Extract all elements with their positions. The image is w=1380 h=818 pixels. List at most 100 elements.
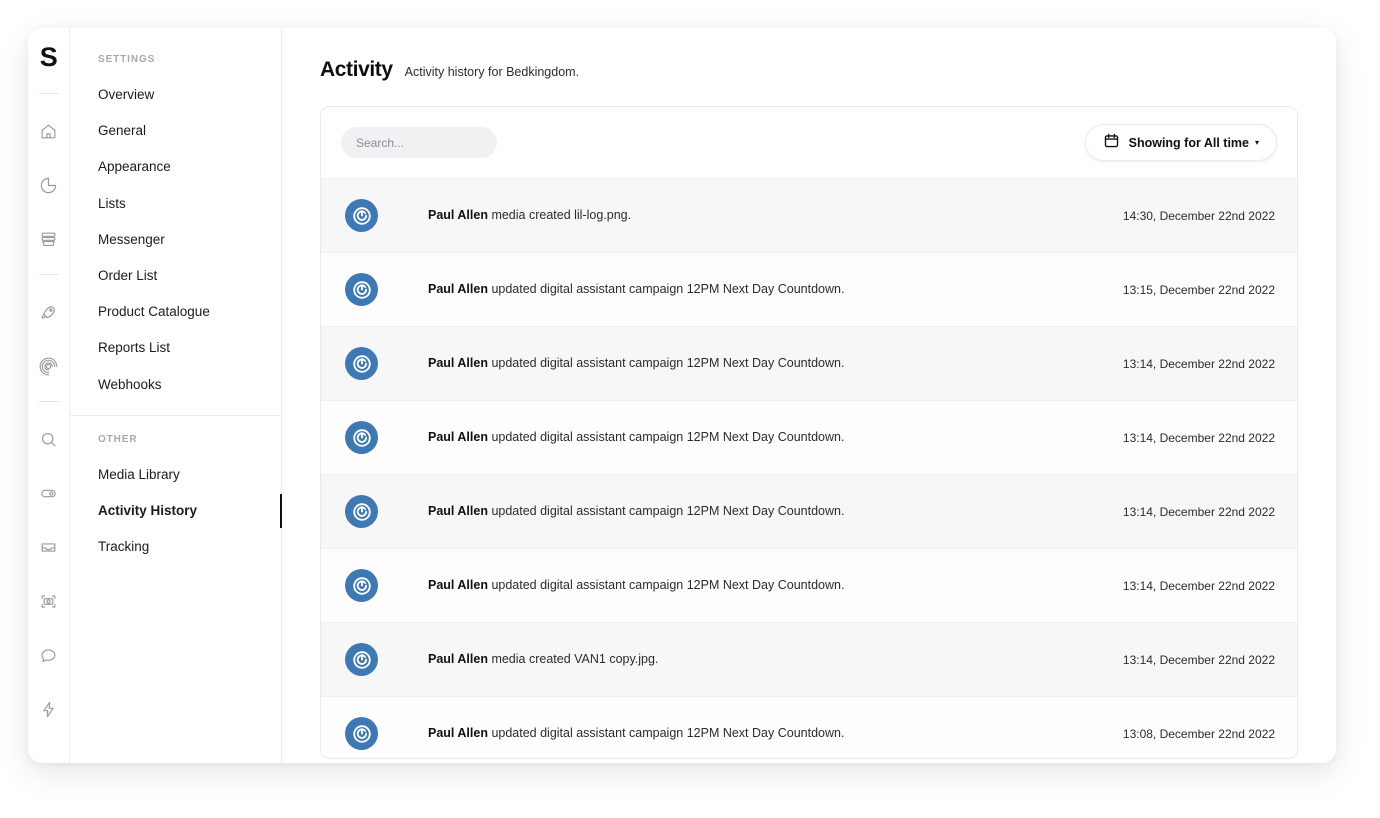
page-header: Activity Activity history for Bedkingdom… (320, 58, 1298, 82)
activity-timestamp: 13:14, December 22nd 2022 (1122, 652, 1275, 667)
activity-timestamp: 13:15, December 22nd 2022 (1122, 282, 1275, 297)
activity-actor: Paul Allen (428, 652, 488, 667)
sidebar-item-label: Tracking (98, 539, 150, 555)
activity-text: Paul Allen media created lil-log.png. (428, 207, 1105, 223)
table-row[interactable]: Paul Allen media created lil-log.png. 14… (321, 178, 1297, 252)
activity-timestamp: 13:14, December 22nd 2022 (1122, 504, 1275, 519)
sidebar-item-label: General (98, 123, 147, 139)
sidebar-item-label: Product Catalogue (98, 304, 210, 320)
page-subtitle: Activity history for Bedkingdom. (404, 65, 580, 79)
sidebar-item-tracking[interactable]: Tracking (70, 529, 281, 565)
activity-timestamp: 13:14, December 22nd 2022 (1122, 356, 1275, 371)
activity-actor: Paul Allen (428, 504, 488, 519)
sidebar-item-activity-history[interactable]: Activity History (70, 493, 282, 529)
activity-actor: Paul Allen (428, 208, 488, 223)
sidebar-item-label: Order List (98, 267, 158, 283)
activity-text: Paul Allen updated digital assistant cam… (428, 355, 1105, 371)
activity-description: updated digital assistant campaign 12PM … (487, 726, 845, 741)
search-input[interactable] (341, 127, 497, 158)
chevron-down-icon: ▾ (1254, 138, 1259, 147)
sidebar-item-order-list[interactable]: Order List (70, 258, 281, 294)
icon-rail: S (28, 28, 70, 763)
activity-text: Paul Allen media created VAN1 copy.jpg. (428, 651, 1105, 667)
sidebar-item-overview[interactable]: Overview (70, 77, 281, 113)
archive-icon[interactable] (33, 223, 65, 255)
activity-description: updated digital assistant campaign 12PM … (487, 282, 845, 297)
avatar (345, 273, 378, 306)
sidebar-section-other-title: OTHER (98, 433, 138, 445)
activity-description: updated digital assistant campaign 12PM … (487, 430, 845, 445)
rail-divider-3 (38, 401, 59, 402)
activity-text: Paul Allen updated digital assistant cam… (428, 281, 1105, 297)
sidebar-divider (70, 414, 281, 416)
pie-chart-icon[interactable] (33, 169, 65, 201)
date-filter-dropdown[interactable]: Showing for All time ▾ (1084, 124, 1277, 161)
activity-card: Showing for All time ▾ Paul Allen media … (320, 106, 1298, 759)
activity-timestamp: 13:14, December 22nd 2022 (1122, 578, 1275, 593)
sidebar-item-lists[interactable]: Lists (70, 186, 281, 222)
table-row[interactable]: Paul Allen updated digital assistant cam… (321, 474, 1297, 548)
sidebar-item-label: Reports List (98, 340, 171, 356)
main-content: Activity Activity history for Bedkingdom… (282, 28, 1336, 763)
activity-text: Paul Allen updated digital assistant cam… (428, 725, 1105, 741)
activity-timestamp: 13:14, December 22nd 2022 (1122, 430, 1275, 445)
chat-bubble-icon[interactable] (33, 639, 65, 671)
sidebar-item-label: Activity History (98, 502, 198, 518)
avatar (345, 495, 378, 528)
sidebar-item-messenger[interactable]: Messenger (70, 222, 281, 258)
activity-actor: Paul Allen (428, 356, 488, 371)
calendar-icon (1103, 132, 1120, 154)
sidebar-section-settings-title: SETTINGS (98, 54, 156, 65)
avatar (345, 569, 378, 602)
rail-divider-2 (38, 274, 59, 275)
table-row[interactable]: Paul Allen updated digital assistant cam… (321, 326, 1297, 400)
activity-toolbar: Showing for All time ▾ (321, 107, 1297, 178)
activity-text: Paul Allen updated digital assistant cam… (428, 503, 1105, 519)
camera-icon[interactable] (33, 585, 65, 617)
sidebar-item-label: Messenger (98, 231, 165, 247)
activity-timestamp: 14:30, December 22nd 2022 (1122, 208, 1275, 223)
activity-actor: Paul Allen (428, 578, 488, 593)
app-window: S SETTINGS Overview General Appearance L… (28, 28, 1336, 763)
activity-text: Paul Allen updated digital assistant cam… (428, 577, 1105, 593)
rocket-icon[interactable] (33, 296, 65, 328)
sidebar-item-reports-list[interactable]: Reports List (70, 330, 281, 366)
avatar (345, 643, 378, 676)
activity-list: Paul Allen media created lil-log.png. 14… (321, 178, 1297, 758)
sidebar-item-webhooks[interactable]: Webhooks (70, 367, 281, 403)
table-row[interactable]: Paul Allen updated digital assistant cam… (321, 548, 1297, 622)
lightning-icon[interactable] (33, 693, 65, 725)
activity-description: updated digital assistant campaign 12PM … (487, 504, 845, 519)
sidebar-item-label: Overview (98, 87, 155, 102)
sidebar-item-label: Media Library (98, 466, 180, 482)
activity-actor: Paul Allen (428, 430, 488, 445)
toggle-icon[interactable] (33, 477, 65, 509)
home-icon[interactable] (33, 115, 65, 147)
target-icon[interactable] (33, 350, 65, 382)
rail-divider-1 (38, 93, 59, 94)
table-row[interactable]: Paul Allen updated digital assistant cam… (321, 400, 1297, 474)
activity-timestamp: 13:08, December 22nd 2022 (1122, 726, 1275, 741)
activity-description: updated digital assistant campaign 12PM … (487, 356, 845, 371)
activity-description: media created lil-log.png. (487, 208, 632, 223)
app-logo[interactable]: S (40, 44, 58, 71)
inbox-icon[interactable] (33, 531, 65, 563)
table-row[interactable]: Paul Allen updated digital assistant cam… (321, 252, 1297, 326)
activity-actor: Paul Allen (428, 726, 488, 741)
page-title: Activity (320, 58, 393, 81)
sidebar-item-media-library[interactable]: Media Library (70, 457, 281, 493)
activity-text: Paul Allen updated digital assistant cam… (428, 429, 1105, 445)
date-filter-label: Showing for All time (1128, 135, 1249, 150)
sidebar-item-label: Lists (98, 195, 126, 211)
avatar (345, 421, 378, 454)
activity-actor: Paul Allen (428, 282, 488, 297)
table-row[interactable]: Paul Allen media created VAN1 copy.jpg. … (321, 622, 1297, 696)
sidebar-item-general[interactable]: General (70, 113, 281, 149)
sidebar-item-product-catalogue[interactable]: Product Catalogue (70, 294, 281, 330)
activity-description: media created VAN1 copy.jpg. (487, 652, 659, 667)
table-row[interactable]: Paul Allen updated digital assistant cam… (321, 696, 1297, 758)
sidebar-item-label: Appearance (98, 159, 171, 175)
search-icon[interactable] (33, 423, 65, 455)
sidebar-item-appearance[interactable]: Appearance (70, 149, 281, 185)
activity-description: updated digital assistant campaign 12PM … (487, 578, 845, 593)
